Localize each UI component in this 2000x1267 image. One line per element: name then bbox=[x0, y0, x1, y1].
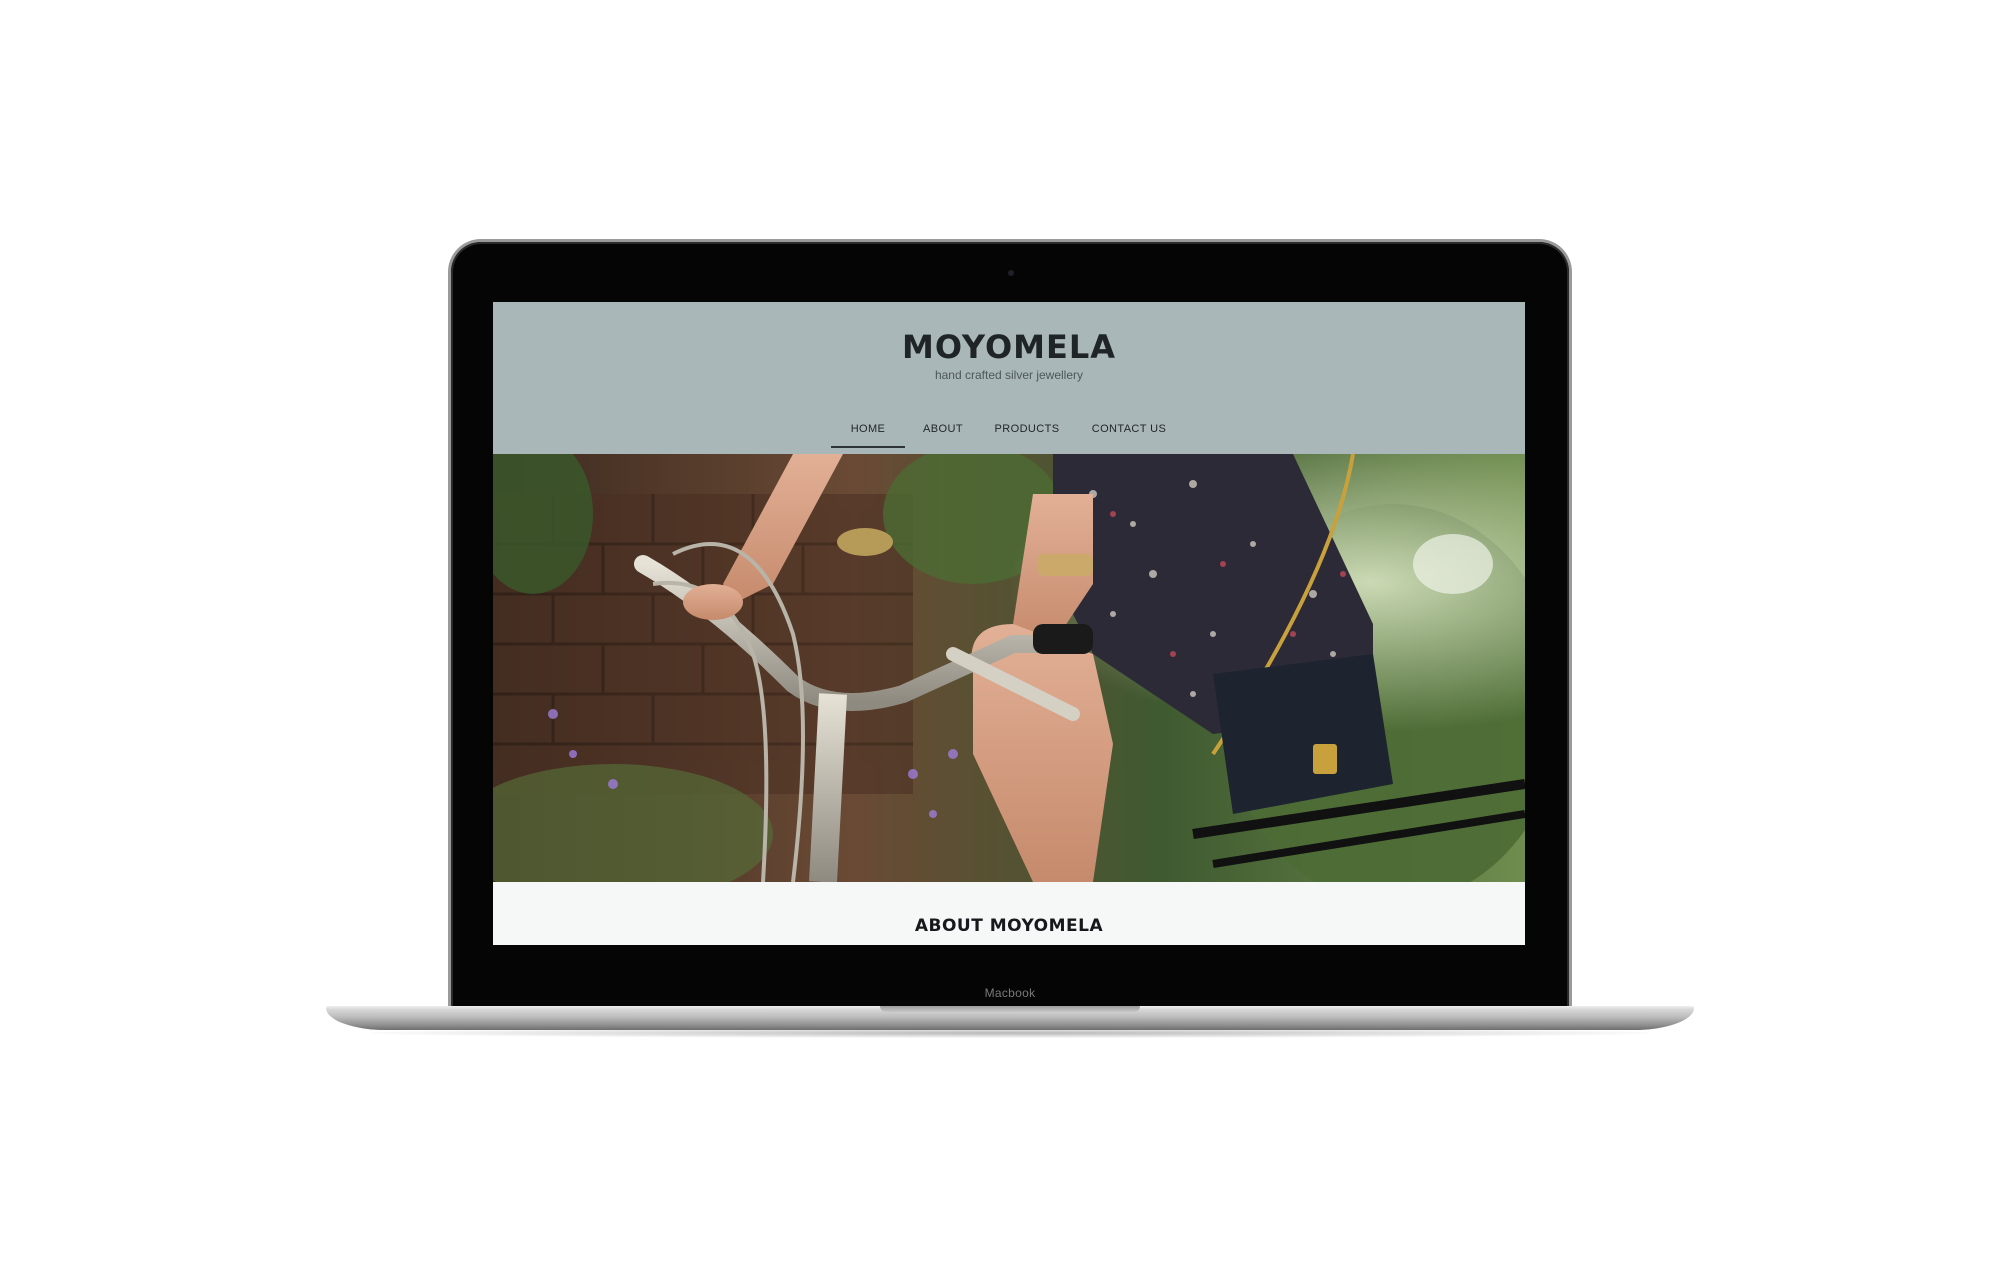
nav-about[interactable]: ABOUT bbox=[913, 418, 973, 448]
website-screen: MOYOMELA hand crafted silver jewellery H… bbox=[493, 302, 1525, 945]
laptop-label: Macbook bbox=[984, 986, 1036, 1000]
main-nav: HOME ABOUT PRODUCTS CONTACT US bbox=[493, 418, 1525, 448]
site-logo[interactable]: MOYOMELA bbox=[493, 328, 1525, 366]
nav-home[interactable]: HOME bbox=[831, 418, 905, 448]
site-tagline: hand crafted silver jewellery bbox=[934, 368, 1084, 382]
hero-image bbox=[493, 454, 1525, 882]
site-header: MOYOMELA hand crafted silver jewellery H… bbox=[493, 302, 1525, 454]
nav-contact-us[interactable]: CONTACT US bbox=[1081, 418, 1177, 448]
bicycle-photo-illustration bbox=[493, 454, 1525, 882]
camera-icon bbox=[1008, 270, 1014, 276]
about-heading: ABOUT MOYOMELA bbox=[914, 916, 1104, 936]
nav-products[interactable]: PRODUCTS bbox=[985, 418, 1069, 448]
laptop-notch bbox=[880, 1006, 1140, 1012]
about-section: ABOUT MOYOMELA bbox=[493, 882, 1525, 945]
